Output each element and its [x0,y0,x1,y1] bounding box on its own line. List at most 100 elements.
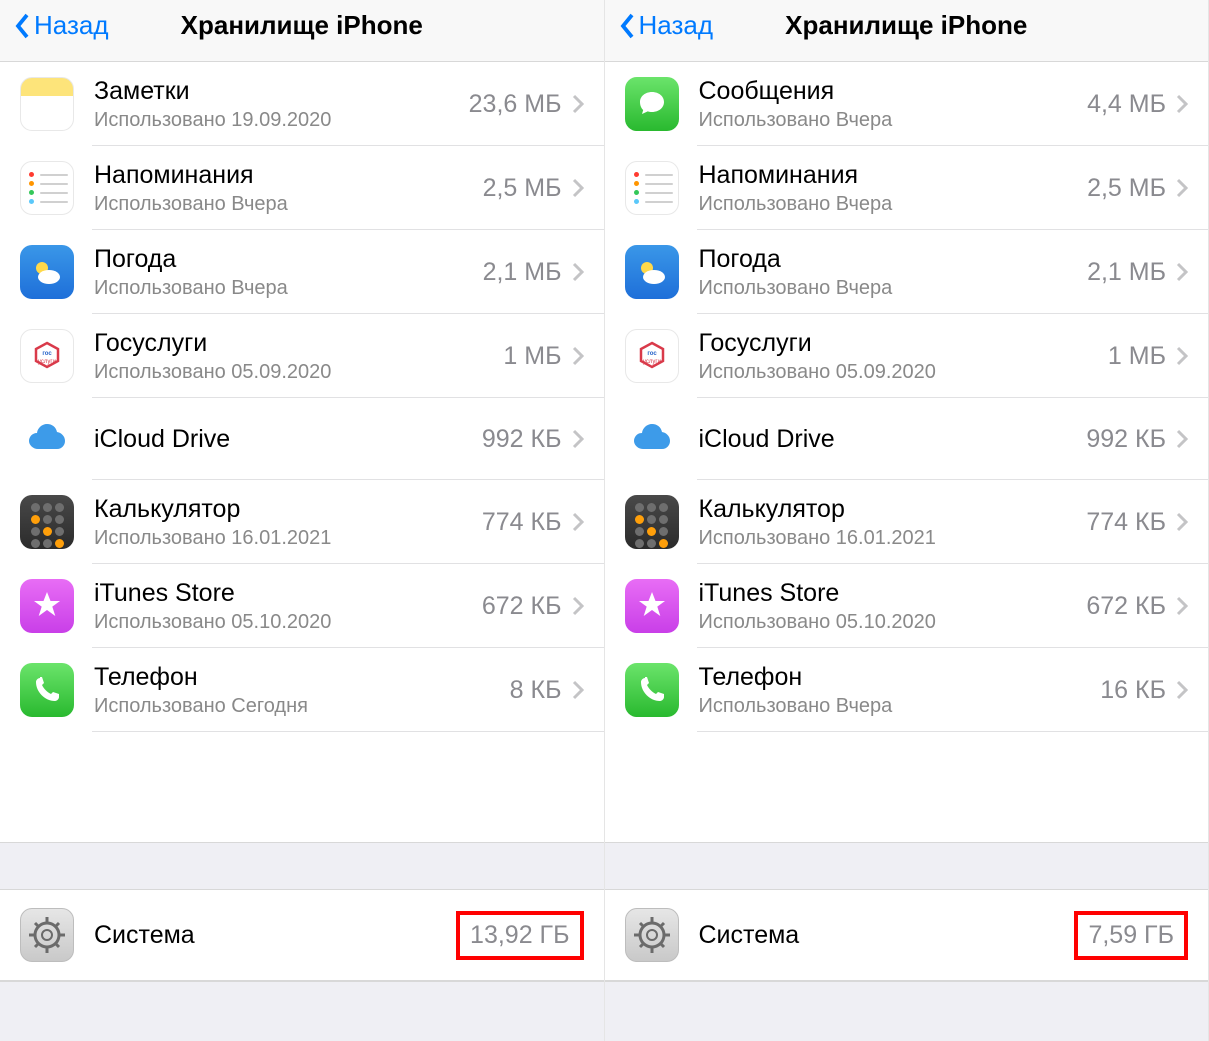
chevron-right-icon [1176,178,1188,198]
nav-header: Назад Хранилище iPhone [0,0,604,62]
app-info: ПогодаИспользовано Вчера [699,244,1088,300]
app-name: iCloud Drive [94,424,482,454]
app-name: Госуслуги [94,328,503,358]
app-name: Калькулятор [94,494,482,524]
back-button[interactable]: Назад [14,10,109,41]
app-name: Сообщения [699,76,1088,106]
app-sub: Использовано Вчера [699,694,1101,718]
app-row[interactable]: ЗаметкиИспользовано 19.09.202023,6 МБ [0,62,604,146]
system-size: 13,92 ГБ [470,921,569,949]
app-size: 1 МБ [503,342,561,371]
app-sub: Использовано Вчера [699,276,1088,300]
system-row[interactable]: Система 13,92 ГБ [0,890,604,981]
app-row[interactable]: СообщенияИспользовано Вчера4,4 МБ [605,62,1209,146]
chevron-right-icon [1176,596,1188,616]
chevron-right-icon [572,596,584,616]
app-sub: Использовано 05.10.2020 [699,610,1087,634]
app-sub: Использовано 05.09.2020 [94,360,503,384]
app-name: Телефон [699,662,1101,692]
section-gap [0,842,604,890]
svg-text:услуги: услуги [643,359,661,365]
app-row[interactable]: iCloud Drive992 КБ [0,398,604,480]
app-sub: Использовано 16.01.2021 [94,526,482,550]
app-row[interactable]: ТелефонИспользовано Вчера16 КБ [605,648,1209,732]
app-name: Напоминания [699,160,1088,190]
phone-icon [625,663,679,717]
reminders-icon [625,161,679,215]
weather-icon [20,245,74,299]
chevron-right-icon [572,429,584,449]
app-sub: Использовано 05.09.2020 [699,360,1108,384]
messages-icon [625,77,679,131]
app-row[interactable]: ПогодаИспользовано Вчера2,1 МБ [605,230,1209,314]
app-row[interactable]: госуслуги ГосуслугиИспользовано 05.09.202… [0,314,604,398]
system-row[interactable]: Система 7,59 ГБ [605,890,1209,981]
app-info: iCloud Drive [94,424,482,454]
back-label: Назад [639,10,714,41]
bottom-gap [605,981,1209,1041]
calculator-icon [625,495,679,549]
app-sub: Использовано 05.10.2020 [94,610,482,634]
app-row[interactable]: НапоминанияИспользовано Вчера2,5 МБ [0,146,604,230]
system-label: Система [699,920,1075,950]
system-label: Система [94,920,456,950]
chevron-right-icon [1176,680,1188,700]
app-sub: Использовано Вчера [699,192,1088,216]
app-size: 774 КБ [1086,508,1166,537]
app-name: Погода [94,244,483,274]
app-row[interactable]: гос услуги ГосуслугиИспользовано 05.09.202… [605,314,1209,398]
calculator-icon [20,495,74,549]
app-row[interactable]: ТелефонИспользовано Сегодня8 КБ [0,648,604,732]
icloud-icon [20,412,74,466]
storage-pane-right: Назад Хранилище iPhone СообщенияИспользо… [605,0,1209,1041]
app-sub: Использовано 19.09.2020 [94,108,469,132]
back-button[interactable]: Назад [619,10,714,41]
app-info: НапоминанияИспользовано Вчера [699,160,1088,216]
app-size: 4,4 МБ [1087,90,1166,119]
app-info: ГосуслугиИспользовано 05.09.2020 [94,328,503,384]
gosuslugi-icon: госуслуги [20,329,74,383]
chevron-left-icon [619,12,635,40]
app-name: Госуслуги [699,328,1108,358]
app-sub: Использовано Вчера [94,276,483,300]
app-name: Напоминания [94,160,483,190]
app-row[interactable]: iTunes StoreИспользовано 05.10.2020672 К… [0,564,604,648]
chevron-right-icon [572,346,584,366]
chevron-right-icon [572,512,584,532]
chevron-left-icon [14,12,30,40]
notes-icon [20,77,74,131]
app-row[interactable]: iCloud Drive992 КБ [605,398,1209,480]
storage-pane-left: Назад Хранилище iPhone ЗаметкиИспользова… [0,0,605,1041]
svg-text:услуги: услуги [38,359,56,365]
app-size: 2,5 МБ [483,174,562,203]
svg-text:гос: гос [647,351,657,357]
gosuslugi-icon: гос услуги [625,329,679,383]
app-name: iCloud Drive [699,424,1087,454]
app-row[interactable]: iTunes StoreИспользовано 05.10.2020672 К… [605,564,1209,648]
app-info: СообщенияИспользовано Вчера [699,76,1088,132]
chevron-right-icon [1176,512,1188,532]
chevron-right-icon [572,178,584,198]
app-row[interactable]: НапоминанияИспользовано Вчера2,5 МБ [605,146,1209,230]
chevron-right-icon [1176,429,1188,449]
nav-header: Назад Хранилище iPhone [605,0,1209,62]
weather-icon [625,245,679,299]
app-info: КалькуляторИспользовано 16.01.2021 [699,494,1087,550]
app-row[interactable]: КалькуляторИспользовано 16.01.2021774 КБ [0,480,604,564]
chevron-right-icon [572,94,584,114]
app-size: 16 КБ [1100,676,1166,705]
app-row[interactable]: ПогодаИспользовано Вчера2,1 МБ [0,230,604,314]
app-info: iCloud Drive [699,424,1087,454]
app-sub: Использовано Сегодня [94,694,510,718]
system-size: 7,59 ГБ [1088,921,1174,949]
settings-icon [20,908,74,962]
app-info: ТелефонИспользовано Сегодня [94,662,510,718]
app-name: Погода [699,244,1088,274]
app-size: 992 КБ [1086,425,1166,454]
page-title: Хранилище iPhone [785,10,1027,41]
chevron-right-icon [572,680,584,700]
app-sub: Использовано Вчера [94,192,483,216]
app-size: 672 КБ [1086,592,1166,621]
phone-icon [20,663,74,717]
app-row[interactable]: КалькуляторИспользовано 16.01.2021774 КБ [605,480,1209,564]
